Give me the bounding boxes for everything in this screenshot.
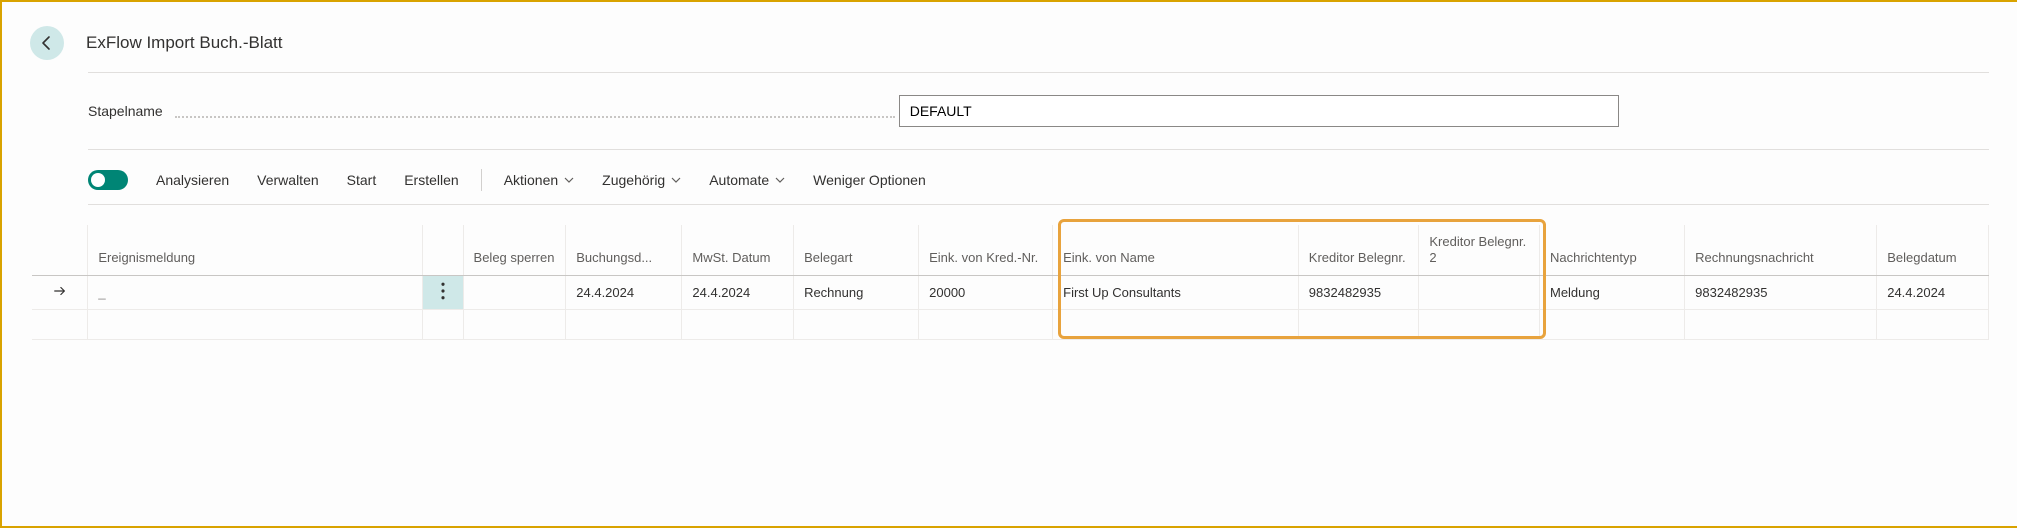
cell-nachrichtentyp[interactable]: Meldung [1539, 275, 1684, 309]
col-rechnungsnachricht[interactable]: Rechnungsnachricht [1685, 225, 1877, 275]
col-buchungsdatum[interactable]: Buchungsd... [566, 225, 682, 275]
col-kreditor-belegnr[interactable]: Kreditor Belegnr. [1298, 225, 1419, 275]
analyze-toggle[interactable] [88, 170, 128, 190]
table-row-empty[interactable] [32, 309, 1989, 339]
page-title: ExFlow Import Buch.-Blatt [86, 33, 283, 53]
cell-buchungsdatum[interactable]: 24.4.2024 [566, 275, 682, 309]
cell-belegdatum[interactable]: 24.4.2024 [1877, 275, 1989, 309]
cell-eink-name[interactable]: First Up Consultants [1053, 275, 1299, 309]
actions-label: Aktionen [504, 172, 558, 188]
chevron-down-icon [775, 175, 785, 185]
more-vertical-icon [437, 282, 449, 300]
related-menu[interactable]: Zugehörig [590, 166, 693, 194]
row-more-menu[interactable] [423, 275, 463, 309]
chevron-down-icon [671, 175, 681, 185]
batch-name-label: Stapelname [88, 103, 171, 119]
journal-table: Ereignismeldung Beleg sperren Buchungsd.… [32, 225, 1989, 340]
manage-button[interactable]: Verwalten [245, 166, 330, 194]
automate-label: Automate [709, 172, 769, 188]
toolbar: Analysieren Verwalten Start Erstellen Ak… [88, 160, 1989, 205]
col-ereignismeldung[interactable]: Ereignismeldung [88, 225, 423, 275]
cell-sperren[interactable] [463, 275, 566, 309]
cell-eink-kred-nr[interactable]: 20000 [919, 275, 1053, 309]
table-row[interactable]: _ 24.4.2024 24.4.2024 Rechnung 20000 Fir… [32, 275, 1989, 309]
chevron-down-icon [564, 175, 574, 185]
row-indicator-icon [32, 275, 88, 309]
related-label: Zugehörig [602, 172, 665, 188]
toolbar-separator [481, 169, 482, 191]
col-beleg-sperren[interactable]: Beleg sperren [463, 225, 566, 275]
arrow-left-icon [39, 35, 55, 51]
cell-mwst-datum[interactable]: 24.4.2024 [682, 275, 794, 309]
col-nachrichtentyp[interactable]: Nachrichtentyp [1539, 225, 1684, 275]
fewer-options-button[interactable]: Weniger Optionen [801, 166, 938, 194]
actions-menu[interactable]: Aktionen [492, 166, 586, 194]
analyze-button[interactable]: Analysieren [144, 166, 241, 194]
cell-ereignis[interactable]: _ [98, 285, 105, 300]
start-button[interactable]: Start [335, 166, 389, 194]
batch-name-input[interactable] [899, 95, 1619, 127]
cell-rechnungsnachricht[interactable]: 9832482935 [1685, 275, 1877, 309]
create-button[interactable]: Erstellen [392, 166, 470, 194]
col-eink-name[interactable]: Eink. von Name [1053, 225, 1299, 275]
cell-kreditor-belegnr-2[interactable] [1419, 275, 1540, 309]
col-belegdatum[interactable]: Belegdatum [1877, 225, 1989, 275]
back-button[interactable] [30, 26, 64, 60]
col-mwst-datum[interactable]: MwSt. Datum [682, 225, 794, 275]
col-belegart[interactable]: Belegart [794, 225, 919, 275]
col-kreditor-belegnr-2[interactable]: Kreditor Belegnr. 2 [1419, 225, 1540, 275]
cell-belegart[interactable]: Rechnung [794, 275, 919, 309]
dotted-leader [175, 116, 895, 118]
cell-kreditor-belegnr[interactable]: 9832482935 [1298, 275, 1419, 309]
automate-menu[interactable]: Automate [697, 166, 797, 194]
col-eink-kred-nr[interactable]: Eink. von Kred.-Nr. [919, 225, 1053, 275]
